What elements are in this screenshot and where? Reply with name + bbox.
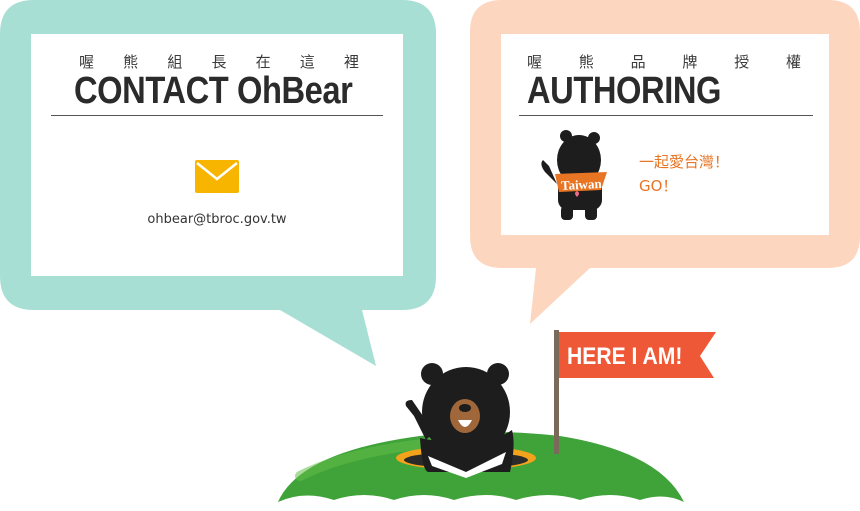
mascot-scene [278,330,716,502]
flag-label: HERE I AM! [567,343,683,370]
flag-pole [554,330,559,454]
